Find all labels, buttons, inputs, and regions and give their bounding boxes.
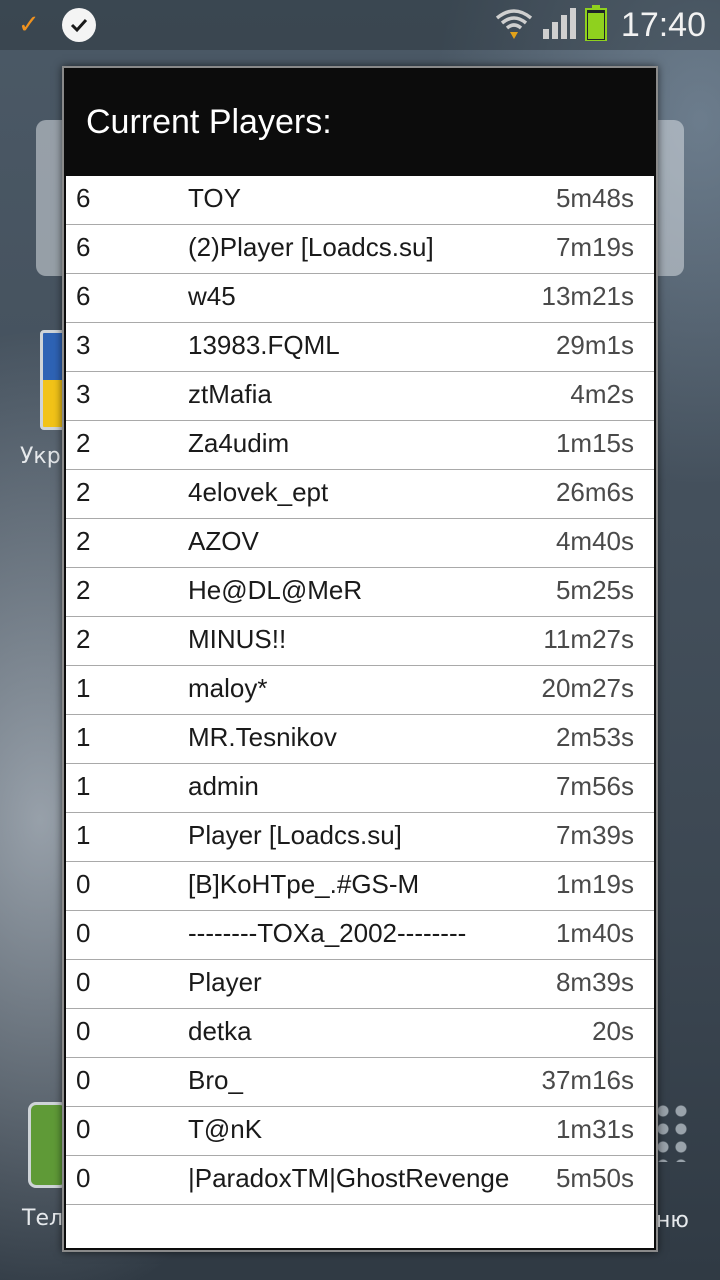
player-row[interactable]: 0 T@nK 1m31s (66, 1107, 654, 1156)
player-row[interactable]: 2 MINUS!! 11m27s (66, 617, 654, 666)
player-score: 3 (76, 379, 91, 409)
player-row[interactable]: 0 --------TOXa_2002-------- 1m40s (66, 911, 654, 960)
player-score: 1 (76, 771, 91, 801)
player-time: 7m19s (555, 232, 634, 262)
player-score: 0 (76, 869, 91, 899)
player-time: 5m48s (555, 183, 634, 213)
signal-icon (541, 7, 577, 43)
player-row[interactable]: 2 4elovek_ept 26m6s (66, 470, 654, 519)
player-name: TOY (188, 183, 241, 213)
player-row[interactable]: 0 |ParadoxTM|GhostRevenge 5m50s (66, 1156, 654, 1205)
player-row[interactable]: 0 Bro_ 37m16s (66, 1058, 654, 1107)
player-time: 5m50s (555, 1163, 634, 1193)
player-score: 0 (76, 1114, 91, 1144)
player-name: admin (188, 771, 259, 801)
battery-icon (584, 5, 607, 45)
player-score: 0 (76, 918, 91, 948)
player-score: 2 (76, 624, 91, 654)
player-time: 8m39s (555, 967, 634, 997)
player-score: 2 (76, 477, 91, 507)
player-row[interactable]: 0 detka 20s (66, 1009, 654, 1058)
player-time: 37m16s (541, 1065, 635, 1095)
player-row[interactable]: 6 w45 13m21s (66, 274, 654, 323)
player-time: 4m2s (570, 379, 634, 409)
dialog-title: Current Players: (86, 102, 332, 141)
player-score: 6 (76, 281, 91, 311)
player-name: T@nK (188, 1114, 263, 1144)
player-score: 3 (76, 330, 91, 360)
player-score: 2 (76, 575, 91, 605)
player-score: 1 (76, 722, 91, 752)
player-name: Bro_ (188, 1065, 243, 1095)
player-score: 0 (76, 967, 91, 997)
player-row[interactable]: 1 MR.Tesnikov 2m53s (66, 715, 654, 764)
player-row[interactable]: 1 maloy* 20m27s (66, 666, 654, 715)
player-name: w45 (188, 281, 236, 311)
player-name: --------TOXa_2002-------- (188, 918, 467, 948)
player-time: 2m53s (555, 722, 634, 752)
player-time: 20s (592, 1016, 634, 1046)
player-score: 2 (76, 526, 91, 556)
player-row[interactable]: 6 (2)Player [Loadcs.su] 7m19s (66, 225, 654, 274)
player-time: 1m19s (555, 869, 634, 899)
player-name: 13983.FQML (188, 330, 340, 360)
player-name: Player [Loadcs.su] (188, 820, 402, 850)
player-name: |ParadoxTM|GhostRevenge (188, 1163, 510, 1193)
player-name: Za4udim (188, 428, 290, 458)
player-time: 11m27s (543, 624, 634, 654)
player-score: 6 (76, 183, 91, 213)
player-time: 26m6s (555, 477, 634, 507)
player-name: ztMafia (188, 379, 272, 409)
player-name: (2)Player [Loadcs.su] (188, 232, 434, 262)
wifi-icon (495, 6, 533, 44)
player-row[interactable]: 2 Za4udim 1m15s (66, 421, 654, 470)
player-time: 13m21s (541, 281, 635, 311)
player-row[interactable]: 2 AZOV 4m40s (66, 519, 654, 568)
apps-grid-icon (654, 1102, 690, 1162)
player-row[interactable]: 1 admin 7m56s (66, 764, 654, 813)
player-row[interactable]: 0 Player 8m39s (66, 960, 654, 1009)
player-row[interactable]: 3 13983.FQML 29m1s (66, 323, 654, 372)
menu-label: ню (656, 1208, 689, 1233)
skype-icon (61, 8, 96, 42)
player-row[interactable]: 0 [B]KoHTpe_.#GS-M 1m19s (66, 862, 654, 911)
player-name: detka (188, 1016, 252, 1046)
phone-label: Тел (22, 1206, 64, 1231)
player-time: 1m31s (555, 1114, 634, 1144)
player-time: 29m1s (555, 330, 634, 360)
player-row[interactable]: 6 TOY 5m48s (66, 176, 654, 225)
app-label: Укр (20, 444, 61, 469)
player-name: MR.Tesnikov (188, 722, 337, 752)
player-row[interactable]: 1 Player [Loadcs.su] 7m39s (66, 813, 654, 862)
player-time: 1m15s (555, 428, 634, 458)
player-name: MINUS!! (188, 624, 287, 654)
players-dialog: Current Players: 6 TOY 5m48s 6 (2)Player [Lo… (62, 66, 658, 1252)
player-name: 4elovek_ept (188, 477, 329, 507)
status-clock: 17:40 (620, 5, 706, 44)
player-list[interactable]: 6 TOY 5m48s 6 (2)Player [Loadcs.su] 7m19s 6 w45… (66, 176, 654, 1248)
check-icon: ✓ (18, 10, 40, 40)
player-time: 7m39s (555, 820, 634, 850)
player-score: 1 (76, 673, 91, 703)
player-name: AZOV (188, 526, 259, 556)
player-score: 2 (76, 428, 91, 458)
player-score: 1 (76, 820, 91, 850)
player-row[interactable]: 2 He@DL@MeR 5m25s (66, 568, 654, 617)
player-name: [B]KoHTpe_.#GS-M (188, 869, 420, 899)
player-score: 0 (76, 1016, 91, 1046)
player-name: Player (188, 967, 262, 997)
player-time: 7m56s (555, 771, 634, 801)
player-time: 4m40s (555, 526, 634, 556)
player-score: 0 (76, 1065, 91, 1095)
player-name: He@DL@MeR (188, 575, 363, 605)
player-row[interactable]: 3 ztMafia 4m2s (66, 372, 654, 421)
player-score: 6 (76, 232, 91, 262)
player-score: 0 (76, 1163, 91, 1193)
player-time: 20m27s (541, 673, 635, 703)
player-time: 5m25s (555, 575, 634, 605)
player-name: maloy* (188, 673, 268, 703)
player-time: 1m40s (555, 918, 634, 948)
status-bar: ✓ 17:40 (0, 0, 720, 50)
